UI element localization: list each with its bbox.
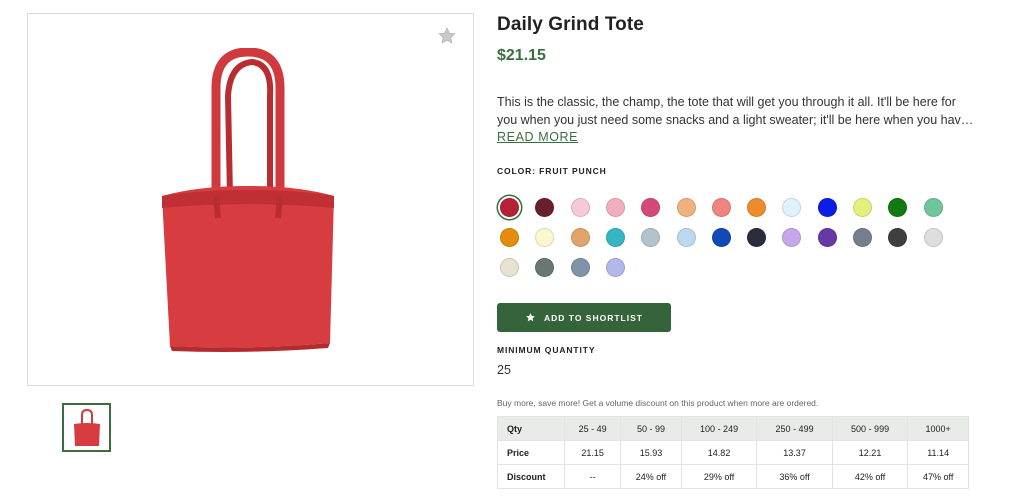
color-swatch[interactable] <box>711 198 731 217</box>
volume-pricing-table: Qty 25 - 49 50 - 99 100 - 249 250 - 499 … <box>497 416 969 489</box>
color-swatch[interactable] <box>923 228 943 247</box>
color-swatch[interactable] <box>500 198 519 217</box>
color-swatch[interactable] <box>570 198 590 217</box>
color-swatch[interactable] <box>747 228 767 247</box>
color-swatch[interactable] <box>535 198 555 217</box>
color-swatch[interactable] <box>853 228 872 247</box>
color-swatch[interactable] <box>888 228 908 247</box>
discount-header: Discount <box>497 464 565 489</box>
price-cell: 11.14 <box>907 440 969 465</box>
color-swatch[interactable] <box>535 228 555 247</box>
qty-cell: 100 - 249 <box>680 416 758 441</box>
qty-cell: 50 - 99 <box>620 416 682 441</box>
price-cell: 12.21 <box>831 440 909 465</box>
tote-bag-image <box>162 48 334 352</box>
color-swatch[interactable] <box>676 198 696 217</box>
minimum-quantity-value: 25 <box>497 363 511 377</box>
color-swatch[interactable] <box>605 228 625 247</box>
discount-cell: 24% off <box>620 464 682 489</box>
qty-cell: 25 - 49 <box>563 416 622 441</box>
color-swatch[interactable] <box>853 198 872 217</box>
qty-cell: 1000+ <box>907 416 969 441</box>
color-swatch[interactable] <box>747 198 767 217</box>
qty-row: Qty 25 - 49 50 - 99 100 - 249 250 - 499 … <box>497 416 969 441</box>
price-row: Price 21.15 15.93 14.82 13.37 12.21 11.1… <box>497 440 969 465</box>
price-cell: 13.37 <box>756 440 833 465</box>
discount-cell: 29% off <box>680 464 758 489</box>
discount-cell: 42% off <box>831 464 909 489</box>
color-swatch[interactable] <box>641 198 661 217</box>
color-swatch[interactable] <box>570 258 590 277</box>
color-swatch[interactable] <box>888 198 908 217</box>
color-swatch[interactable] <box>500 258 519 277</box>
discount-cell: 47% off <box>907 464 969 489</box>
product-image-panel <box>27 13 474 386</box>
minimum-quantity-label: MINIMUM QUANTITY <box>497 345 596 355</box>
color-label: COLOR: FRUIT PUNCH <box>497 166 607 176</box>
price-cell: 21.15 <box>563 440 622 465</box>
color-swatch[interactable] <box>676 228 696 247</box>
add-to-shortlist-label: ADD TO SHORTLIST <box>544 312 643 323</box>
description-line: you when you just need some snacks and a… <box>497 113 972 127</box>
price-cell: 15.93 <box>620 440 682 465</box>
color-swatch[interactable] <box>817 198 837 217</box>
color-swatch[interactable] <box>782 198 802 217</box>
product-price: $21.15 <box>497 47 546 64</box>
discount-cell: -- <box>563 464 622 489</box>
volume-discount-note: Buy more, save more! Get a volume discou… <box>497 398 819 408</box>
price-header: Price <box>497 440 565 465</box>
star-icon <box>526 313 535 322</box>
qty-cell: 500 - 999 <box>831 416 909 441</box>
product-title: Daily Grind Tote <box>497 14 644 35</box>
color-swatch[interactable] <box>711 228 731 247</box>
color-swatch[interactable] <box>923 198 943 217</box>
color-swatch[interactable] <box>570 228 590 247</box>
color-swatch[interactable] <box>500 228 519 247</box>
discount-row: Discount -- 24% off 29% off 36% off 42% … <box>497 464 969 489</box>
color-swatch[interactable] <box>605 258 625 277</box>
color-swatch[interactable] <box>605 198 625 217</box>
color-swatch[interactable] <box>817 228 837 247</box>
tote-bag-thumbnail-image <box>73 408 100 446</box>
discount-cell: 36% off <box>756 464 833 489</box>
color-swatch[interactable] <box>641 228 661 247</box>
qty-cell: 250 - 499 <box>756 416 833 441</box>
price-cell: 14.82 <box>680 440 758 465</box>
read-more-link[interactable]: READ MORE <box>497 130 578 144</box>
description-line: This is the classic, the champ, the tote… <box>497 95 956 109</box>
product-thumbnail[interactable] <box>62 403 111 452</box>
product-description: This is the classic, the champ, the tote… <box>497 93 972 129</box>
star-icon[interactable] <box>437 26 457 46</box>
qty-header: Qty <box>497 416 565 441</box>
add-to-shortlist-button[interactable]: ADD TO SHORTLIST <box>497 303 671 332</box>
color-swatch[interactable] <box>535 258 555 277</box>
color-swatch[interactable] <box>782 228 802 247</box>
